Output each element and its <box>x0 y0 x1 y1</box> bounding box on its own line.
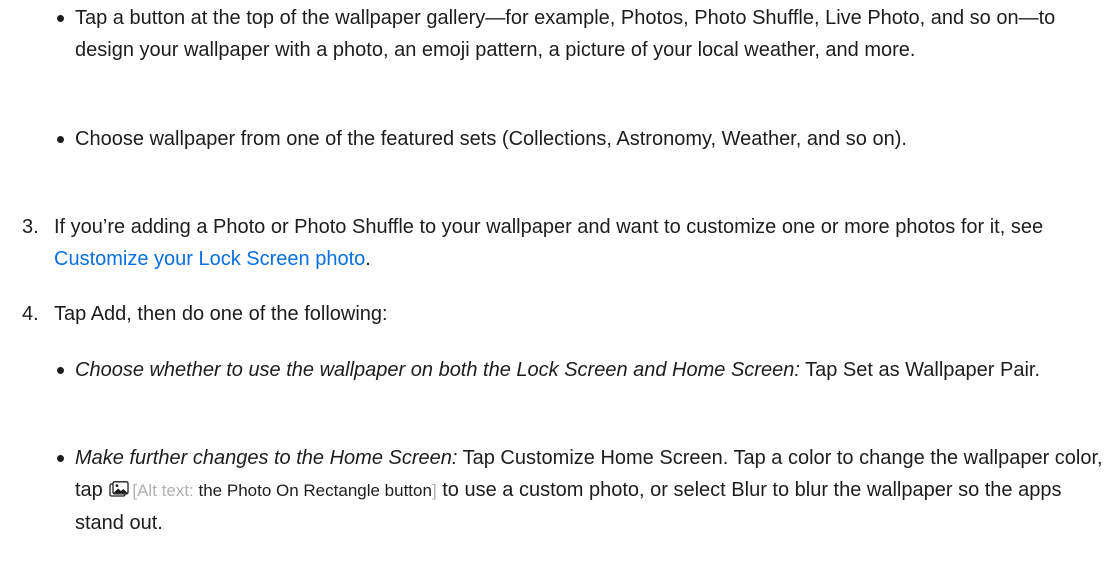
step-text-before: If you’re adding a Photo or Photo Shuffl… <box>54 216 1044 238</box>
list-item: Choose whether to use the wallpaper on b… <box>57 354 1105 386</box>
step-text: Tap Add, then do one of the following: <box>54 303 388 325</box>
list-item-italic: Choose whether to use the wallpaper on b… <box>75 359 800 381</box>
step-text-after: . <box>365 248 371 270</box>
help-article-page: Tap a button at the top of the wallpaper… <box>0 0 1118 565</box>
photo-on-rectangle-icon <box>109 477 130 497</box>
list-item-text: Choose wallpaper from one of the feature… <box>75 128 907 150</box>
list-item-italic: Make further changes to the Home Screen: <box>75 447 458 469</box>
list-item-text: Tap a button at the top of the wallpaper… <box>75 7 1056 61</box>
step-number: 3. <box>22 216 39 238</box>
list-item: Make further changes to the Home Screen:… <box>57 442 1105 539</box>
customize-lock-screen-photo-link[interactable]: Customize your Lock Screen photo <box>54 248 365 270</box>
alt-text-prefix: [Alt text: <box>132 481 199 500</box>
step-number: 4. <box>22 303 39 325</box>
alt-text: the Photo On Rectangle button <box>198 481 432 500</box>
list-item-text: Tap Set as Wallpaper Pair. <box>799 359 1041 381</box>
list-item: Tap a button at the top of the wallpaper… <box>57 2 1105 66</box>
step-text: If you’re adding a Photo or Photo Shuffl… <box>54 211 1104 275</box>
list-item: Choose wallpaper from one of the feature… <box>57 123 1105 155</box>
